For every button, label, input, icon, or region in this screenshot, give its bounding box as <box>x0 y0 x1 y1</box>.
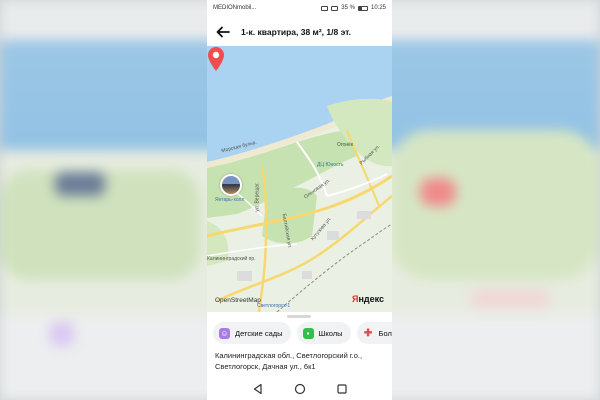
chip-hospitals[interactable]: ✚ Бол <box>356 322 392 344</box>
nav-back-icon[interactable] <box>252 383 264 395</box>
signal-icon <box>321 5 329 11</box>
address-text: Калининградская обл., Светлогорский г.о.… <box>215 351 363 371</box>
chip-schools[interactable]: ▪ Школы <box>296 322 351 344</box>
system-nav-bar <box>207 378 392 400</box>
map-label-park: Огонёк <box>337 142 354 148</box>
map-label-place: Янтарь-холл <box>215 197 245 203</box>
chip-kindergartens[interactable]: ☺ Детские сады <box>213 322 291 344</box>
status-bar: MEDIONmobil... 35 % 10:25 <box>207 0 392 16</box>
map-label-street: Калининградский пр. <box>207 256 256 262</box>
page-title: 1-к. квартира, 38 м², 1/8 эт. <box>241 27 351 37</box>
yandex-logo: Яндекс <box>351 294 384 304</box>
kindergarten-icon: ☺ <box>219 327 230 339</box>
place-photo-marker[interactable] <box>220 174 242 196</box>
clock: 10:25 <box>370 5 386 11</box>
category-chips: ☺ Детские сады ▪ Школы ✚ Бол <box>213 322 392 344</box>
app-bar: 1-к. квартира, 38 м², 1/8 эт. <box>207 18 392 46</box>
map-attribution[interactable]: OpenStreetMap <box>215 297 261 304</box>
back-arrow-icon[interactable] <box>215 24 231 40</box>
location-pin-icon[interactable] <box>207 46 225 72</box>
phone-screen: MEDIONmobil... 35 % 10:25 1-к. квартира,… <box>207 0 392 400</box>
battery-icon <box>357 5 368 11</box>
nav-recents-icon[interactable] <box>336 383 348 395</box>
map-label-street: ул. Верещаг. <box>254 182 261 212</box>
hospital-icon: ✚ <box>363 327 373 339</box>
map-label-poi: ДЦ Юность <box>317 162 344 168</box>
sheet-handle[interactable] <box>287 315 311 318</box>
map-label-station: Светлогорск-1 <box>257 303 291 309</box>
battery-percent: 35 % <box>341 5 355 11</box>
wifi-icon <box>331 5 339 11</box>
school-icon: ▪ <box>302 327 314 339</box>
carrier-name: MEDIONmobil... <box>213 5 257 11</box>
nav-home-icon[interactable] <box>294 383 306 395</box>
map-view[interactable]: Морская бульв. Огонёк ДЦ Юность Рыбная у… <box>207 46 392 312</box>
